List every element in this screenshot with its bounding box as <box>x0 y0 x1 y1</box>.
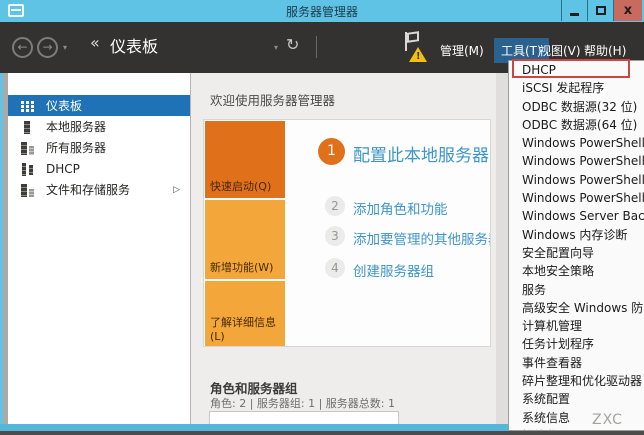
flag-cloth <box>407 31 419 43</box>
tools-menu-item-powershell-x86[interactable]: Windows PowerShell (x86) <box>509 152 644 170</box>
vertical-scrollbar[interactable] <box>496 73 508 424</box>
window-controls: x <box>561 0 642 21</box>
refresh-icon[interactable]: ↻ <box>286 35 299 54</box>
nav-divider <box>316 36 317 58</box>
welcome-tile: 快速启动(Q) 新增功能(W) 了解详细信息(L) 1 配置此本地服务器 2 添… <box>203 119 491 347</box>
sidebar-item-dashboard[interactable]: 仪表板 <box>8 95 190 116</box>
sidebar-item-label: 文件和存储服务 <box>46 183 131 197</box>
server-manager-window: 服务器管理器 x ← → ▾ « 仪表板 ▾ ↻ ! 管理(M) 工具(T) 视… <box>0 0 644 435</box>
tools-menu-item-server-backup[interactable]: Windows Server Backup <box>509 207 644 225</box>
step-2-badge: 2 <box>325 196 345 216</box>
sidebar-item-label: 所有服务器 <box>46 141 107 155</box>
step-1-badge: 1 <box>318 138 345 165</box>
step-1-link[interactable]: 配置此本地服务器 <box>353 141 489 166</box>
menu-view[interactable]: 视图(V) <box>539 42 581 59</box>
tools-dropdown-menu: DHCP iSCSI 发起程序 ODBC 数据源(32 位) ODBC 数据源(… <box>508 60 644 431</box>
whats-new-label: 新增功能(W) <box>210 261 274 274</box>
tools-menu-item-security-config-wizard[interactable]: 安全配置向导 <box>509 244 644 262</box>
dashboard-content: 欢迎使用服务器管理器 快速启动(Q) 新增功能(W) 了解详细信息(L) 1 配… <box>191 73 496 424</box>
warning-badge-icon[interactable]: ! <box>409 47 427 62</box>
warning-exclamation: ! <box>416 51 421 62</box>
title-bar: 服务器管理器 x <box>0 0 644 22</box>
minimize-button[interactable] <box>561 0 587 21</box>
sidebar-item-local-server[interactable]: 本地服务器 <box>8 116 190 137</box>
watermark: ZXC <box>592 412 623 428</box>
welcome-heading: 欢迎使用服务器管理器 <box>210 93 336 108</box>
learn-more-label: 了解详细信息(L) <box>210 316 276 343</box>
tools-menu-item-powershell[interactable]: Windows PowerShell <box>509 134 644 152</box>
tools-menu-item-iscsi[interactable]: iSCSI 发起程序 <box>509 79 644 97</box>
breadcrumb-chevrons-icon: « <box>90 33 100 52</box>
dhcp-annotation-box <box>512 59 630 78</box>
tools-menu-item-system-configuration[interactable]: 系统配置 <box>509 390 644 408</box>
window-left-border <box>0 22 3 431</box>
all-servers-icon <box>20 141 36 155</box>
sidebar: 仪表板 本地服务器 所有服务器 DHCP 文件和存储服务 ▷ <box>8 73 190 424</box>
close-button[interactable]: x <box>613 0 642 21</box>
step-4-link[interactable]: 创建服务器组 <box>353 260 434 280</box>
window-title: 服务器管理器 <box>285 5 358 19</box>
tools-menu-item-odbc64[interactable]: ODBC 数据源(64 位) <box>509 116 644 134</box>
tools-menu-item-computer-management[interactable]: 计算机管理 <box>509 317 644 335</box>
tools-menu-item-defrag-optimize[interactable]: 碎片整理和优化驱动器 <box>509 372 644 390</box>
whats-new-tab[interactable]: 新增功能(W) <box>205 200 285 279</box>
tools-menu-item-event-viewer[interactable]: 事件查看器 <box>509 354 644 372</box>
dashboard-grid-icon <box>20 99 36 113</box>
tools-menu-item-powershell-ise[interactable]: Windows PowerShell ISE <box>509 171 644 189</box>
roles-section-stats: 角色: 2 | 服务器组: 1 | 服务器总数: 1 <box>210 397 396 410</box>
sidebar-item-file-storage-services[interactable]: 文件和存储服务 ▷ <box>8 179 190 200</box>
history-dropdown-icon[interactable]: ▾ <box>63 43 67 52</box>
sidebar-item-label: DHCP <box>46 161 80 176</box>
tools-menu-item-memory-diagnostic[interactable]: Windows 内存诊断 <box>509 226 644 244</box>
quick-start-tab[interactable]: 快速启动(Q) <box>205 121 285 198</box>
local-server-icon <box>20 120 36 134</box>
tools-menu-item-advanced-firewall[interactable]: 高级安全 Windows 防火墙 <box>509 299 644 317</box>
maximize-icon <box>595 6 606 15</box>
step-3-badge: 3 <box>325 226 345 246</box>
sidebar-item-all-servers[interactable]: 所有服务器 <box>8 137 190 158</box>
tools-menu-item-performance-monitor[interactable]: 性能监视器 <box>509 427 644 430</box>
back-button[interactable]: ← <box>12 37 33 58</box>
menu-help[interactable]: 帮助(H) <box>584 42 626 59</box>
scope-dropdown-icon[interactable]: ▾ <box>274 43 278 52</box>
breadcrumb: 仪表板 <box>110 37 159 56</box>
dhcp-role-icon <box>20 162 36 176</box>
sidebar-item-label: 本地服务器 <box>46 120 107 134</box>
roles-tile <box>209 411 399 424</box>
menu-manage[interactable]: 管理(M) <box>440 42 484 59</box>
tools-menu-item-odbc32[interactable]: ODBC 数据源(32 位) <box>509 98 644 116</box>
tools-menu-item-local-security-policy[interactable]: 本地安全策略 <box>509 262 644 280</box>
minimize-icon <box>570 13 579 16</box>
tools-menu-item-powershell-ise-x86[interactable]: Windows PowerShell ISE (x86) <box>509 189 644 207</box>
tools-menu-item-task-scheduler[interactable]: 任务计划程序 <box>509 335 644 353</box>
sidebar-item-label: 仪表板 <box>46 99 83 113</box>
step-2-link[interactable]: 添加角色和功能 <box>353 198 448 218</box>
learn-more-tab[interactable]: 了解详细信息(L) <box>205 281 285 346</box>
maximize-button[interactable] <box>587 0 613 21</box>
file-storage-icon <box>20 183 36 197</box>
window-bottom-border <box>0 431 644 435</box>
sidebar-item-dhcp[interactable]: DHCP <box>8 158 190 179</box>
step-4-badge: 4 <box>325 258 345 278</box>
expand-arrow-icon[interactable]: ▷ <box>173 185 180 195</box>
forward-button[interactable]: → <box>37 37 58 58</box>
step-3-link[interactable]: 添加要管理的其他服务器 <box>353 228 490 248</box>
tools-menu-item-system-information[interactable]: 系统信息 <box>509 409 644 427</box>
tools-menu-item-services[interactable]: 服务 <box>509 281 644 299</box>
quick-start-label: 快速启动(Q) <box>210 180 272 193</box>
